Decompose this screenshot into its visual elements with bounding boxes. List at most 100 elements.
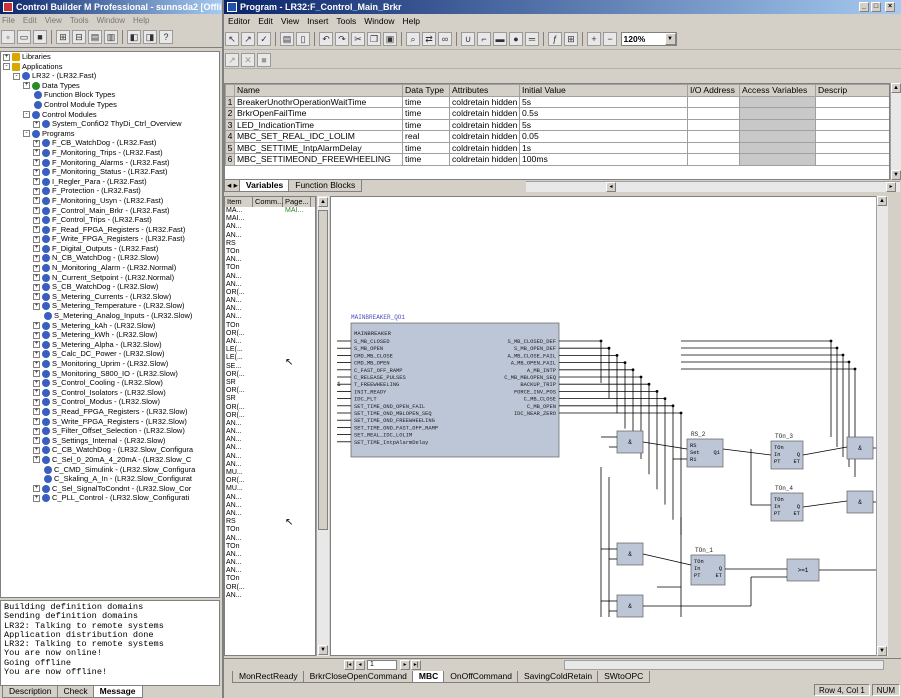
variables-table[interactable]: Name Data Type Attributes Initial Value I/O … <box>225 84 889 166</box>
tree-item[interactable]: + Data Types <box>1 81 219 91</box>
list-item[interactable]: OR(... <box>225 289 315 297</box>
cell-attr[interactable]: coldretain hidden <box>449 153 520 166</box>
open-folder-icon[interactable]: ▭ <box>17 30 31 44</box>
expand-icon[interactable]: + <box>33 408 40 416</box>
list-item[interactable]: AN... <box>225 535 315 543</box>
list-item[interactable]: MU... <box>225 469 315 477</box>
list-item[interactable]: AN... <box>225 436 315 444</box>
cut-icon[interactable]: ✂ <box>351 32 365 46</box>
expand-icon[interactable]: + <box>33 389 40 397</box>
find-icon[interactable]: ⌕ <box>406 32 420 46</box>
expand-icon[interactable]: + <box>33 216 40 224</box>
code-tab-mbc[interactable]: MBC <box>411 671 446 683</box>
list-item[interactable]: LE(... <box>225 354 315 362</box>
list-item[interactable]: AN... <box>225 313 315 321</box>
expand-icon[interactable]: + <box>33 187 40 195</box>
cell-type[interactable]: time <box>402 153 450 166</box>
list-item[interactable]: TOn <box>225 264 315 272</box>
fbd-diagram[interactable]: MAINBREAKER_QO1 MAINBREAKER S_MB_CLOSED S_M… <box>330 196 886 656</box>
tree-item[interactable]: + F_Digital_Outputs - (LR32.Fast) <box>1 244 219 254</box>
expand-icon[interactable]: + <box>33 283 40 291</box>
online-icon[interactable]: ◧ <box>127 30 141 44</box>
cell-io-address[interactable] <box>687 95 740 108</box>
tree-item[interactable]: + S_Metering_Currents - (LR32.Slow) <box>1 292 219 302</box>
table-row[interactable]: 2 BrkrOpenFailTime time coldretain hidden 0.… <box>225 107 889 120</box>
code-block-list[interactable]: Item Comm... Page... MA... MAI... AN... AN...… <box>224 196 316 656</box>
tree-item[interactable]: + F_Write_FPGA_Registers - (LR32.Fast) <box>1 234 219 244</box>
insert-line-icon[interactable]: ═ <box>525 32 539 46</box>
expand-icon[interactable]: + <box>33 331 40 339</box>
binoculars-icon[interactable]: ∞ <box>438 32 452 46</box>
disconnect-icon[interactable]: ✕ <box>241 53 255 67</box>
tree-item[interactable]: + F_Read_FPGA_Registers - (LR32.Fast) <box>1 225 219 235</box>
cell-access-variables[interactable] <box>739 118 816 131</box>
list-item[interactable]: AN... <box>225 444 315 452</box>
outer-menu-tools[interactable]: Tools <box>70 16 89 25</box>
expand-icon[interactable]: + <box>33 437 40 445</box>
diagram-vscrollbar[interactable]: ▲ ▼ <box>876 196 888 656</box>
chevron-down-icon[interactable]: ▼ <box>664 33 676 45</box>
collapse-icon[interactable]: - <box>13 72 20 80</box>
editor-menu-insert[interactable]: Insert <box>307 16 328 26</box>
expand-icon[interactable]: + <box>33 427 40 435</box>
collapse-icon[interactable]: - <box>23 111 30 119</box>
redo-icon[interactable]: ↷ <box>335 32 349 46</box>
expand-icon[interactable]: + <box>33 456 40 464</box>
tree-item[interactable]: C_CMD_Simulink - (LR32.Slow_Configura <box>1 465 219 475</box>
list-vscrollbar[interactable]: ▲ ▼ <box>316 196 329 656</box>
expand-icon[interactable]: + <box>33 264 40 272</box>
list-item[interactable]: AN... <box>225 453 315 461</box>
cell-name[interactable]: BreakerUnothrOperationWaitTime <box>234 95 403 108</box>
cell-init[interactable]: 0.5s <box>519 107 688 120</box>
variables-vscrollbar[interactable]: ▲ ▼ <box>890 83 901 180</box>
tree-item[interactable]: + S_Read_FPGA_Registers - (LR32.Slow) <box>1 407 219 417</box>
code-tab-monrectready[interactable]: MonRectReady <box>232 671 305 683</box>
expand-icon[interactable]: + <box>33 494 40 502</box>
expand-icon[interactable]: + <box>33 235 40 243</box>
cell-access-variables[interactable] <box>739 95 816 108</box>
expand-icon[interactable]: + <box>33 207 40 215</box>
column-header[interactable]: Access Variables <box>739 84 816 97</box>
list-item[interactable]: AN... <box>225 510 315 518</box>
tree-item[interactable]: + I_Regler_Para - (LR32.Fast) <box>1 177 219 187</box>
table-row[interactable]: 1 BreakerUnothrOperationWaitTime time coldr… <box>225 95 889 108</box>
check-icon[interactable]: ✓ <box>257 32 271 46</box>
function-icon[interactable]: ƒ <box>548 32 562 46</box>
grid-icon[interactable]: ⊞ <box>564 32 578 46</box>
tree-item[interactable]: + F_Control_Main_Brkr - (LR32.Fast) <box>1 206 219 216</box>
cell-type[interactable]: time <box>402 95 450 108</box>
maximize-button[interactable]: □ <box>871 2 881 12</box>
expand-icon[interactable]: + <box>33 178 40 186</box>
list-column-header[interactable]: Item <box>225 197 253 207</box>
list-item[interactable]: OR(... <box>225 404 315 412</box>
cell-io-address[interactable] <box>687 107 740 120</box>
tab-message[interactable]: Message <box>92 686 143 698</box>
insert-pin-icon[interactable]: ● <box>509 32 523 46</box>
tree-item[interactable]: + S_Metering_kAh - (LR32.Slow) <box>1 321 219 331</box>
tree-item[interactable]: + S_Calc_DC_Power - (LR32.Slow) <box>1 349 219 359</box>
list-item[interactable]: SE... <box>225 363 315 371</box>
stop-icon[interactable]: ■ <box>257 53 271 67</box>
list-item[interactable]: AN... <box>225 551 315 559</box>
expand-icon[interactable]: + <box>33 159 40 167</box>
expand-icon[interactable]: + <box>33 350 40 358</box>
expand-icon[interactable]: + <box>33 379 40 387</box>
tree-item[interactable]: - LR32 - (LR32.Fast) <box>1 71 219 81</box>
tree-item[interactable]: + S_Metering_kWh - (LR32.Slow) <box>1 330 219 340</box>
tree-item[interactable]: + N_CB_WatchDog - (LR32.Slow) <box>1 253 219 263</box>
list-item[interactable]: OR(... <box>225 412 315 420</box>
expand-icon[interactable]: + <box>33 446 40 454</box>
collapse-icon[interactable]: - <box>3 63 10 71</box>
wire-icon[interactable]: ⌐ <box>477 32 491 46</box>
list-item[interactable]: MU... <box>225 485 315 493</box>
print-icon[interactable]: ▤ <box>280 32 294 46</box>
cell-description[interactable] <box>815 107 889 120</box>
code-tab-brkrcloseopencommand[interactable]: BrkrCloseOpenCommand <box>302 671 414 683</box>
expand-icon[interactable]: + <box>33 418 40 426</box>
tree-item[interactable]: + F_CB_WatchDog - (LR32.Fast) <box>1 138 219 148</box>
tab-function-blocks[interactable]: Function Blocks <box>288 180 363 192</box>
list-item[interactable]: LE(... <box>225 346 315 354</box>
cell-name[interactable]: MBC_SETTIMEOND_FREEWHEELING <box>234 153 403 166</box>
cell-name[interactable]: MBC_SET_REAL_IDC_LOLIM <box>234 130 403 143</box>
list-item[interactable]: OR(... <box>225 387 315 395</box>
